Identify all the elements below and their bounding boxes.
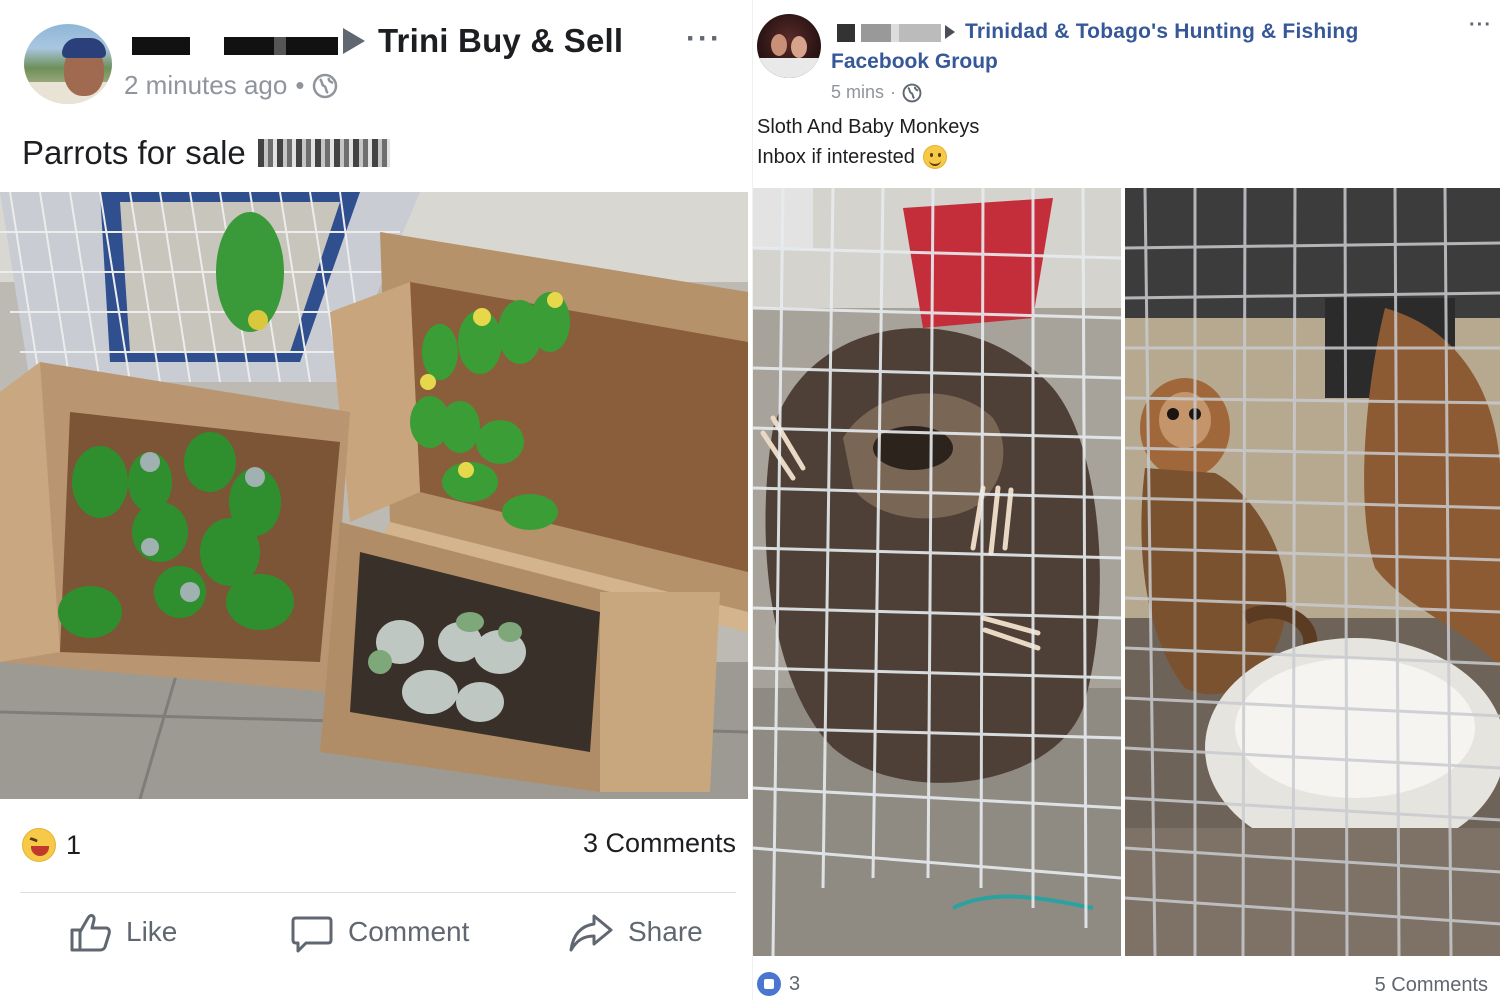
arrow-right-icon (343, 28, 365, 54)
share-label: Share (628, 916, 703, 947)
post-text-line1: Sloth And Baby Monkeys (757, 116, 980, 138)
post-text-line2-content: Inbox if interested (757, 145, 915, 168)
post-photo-sloth[interactable] (753, 188, 1121, 956)
redacted-name-1 (132, 37, 190, 55)
divider (20, 892, 736, 893)
post-actions-bar: Like Comment Share (0, 910, 752, 970)
comments-count-link[interactable]: 5 Comments (1375, 974, 1488, 997)
reaction-count: 1 (66, 829, 82, 860)
like-label: Like (126, 916, 178, 947)
right-post: Trinidad & Tobago's Hunting & Fishing Fa… (752, 0, 1500, 1000)
group-name-link[interactable]: Trini Buy & Sell (378, 22, 623, 60)
poster-avatar[interactable] (757, 14, 821, 78)
globe-icon (313, 73, 338, 98)
group-name-link[interactable]: Trinidad & Tobago's Hunting & Fishing (965, 20, 1358, 44)
pixelated-redaction (257, 139, 390, 167)
arrow-right-icon (945, 25, 955, 39)
share-arrow-icon (569, 914, 613, 952)
smile-emoji-icon (922, 145, 947, 169)
like-reaction-icon (757, 972, 781, 996)
comments-count-link[interactable]: 3 Comments (583, 828, 736, 859)
post-photo-parrots[interactable] (0, 192, 748, 799)
thumbs-up-icon (70, 914, 111, 952)
parrots-image (0, 192, 748, 799)
left-post: Trini Buy & Sell 2 minutes ago • ··· Par… (0, 0, 752, 1000)
redacted-name (837, 24, 941, 42)
more-options-icon[interactable]: ··· (686, 22, 722, 56)
poster-avatar[interactable] (24, 24, 112, 104)
more-options-icon[interactable]: ··· (1469, 14, 1492, 37)
reaction-count: 3 (789, 972, 801, 995)
post-text-line2: Inbox if interested (757, 145, 947, 169)
reactions-summary[interactable]: 3 (757, 972, 800, 996)
share-button[interactable]: Share (568, 910, 703, 954)
redacted-name-2 (224, 37, 338, 55)
haha-reaction-icon (22, 828, 56, 862)
timestamp-text: 2 minutes ago (124, 70, 288, 100)
post-text: Parrots for sale (22, 134, 390, 172)
post-photo-monkeys[interactable] (1125, 188, 1500, 956)
monkeys-image (1125, 188, 1500, 956)
post-timestamp[interactable]: 2 minutes ago • (124, 70, 338, 101)
reactions-summary[interactable]: 1 (22, 828, 81, 862)
like-button[interactable]: Like (68, 910, 177, 954)
group-name-link-line2[interactable]: Facebook Group (831, 50, 998, 74)
timestamp-text: 5 mins (831, 82, 885, 102)
comment-label: Comment (348, 916, 470, 947)
post-timestamp[interactable]: 5 mins · (831, 82, 922, 103)
comment-bubble-icon (291, 916, 333, 953)
sloth-image (753, 188, 1121, 956)
post-text-content: Parrots for sale (22, 134, 246, 171)
comment-button[interactable]: Comment (290, 910, 469, 954)
globe-icon (902, 83, 922, 102)
